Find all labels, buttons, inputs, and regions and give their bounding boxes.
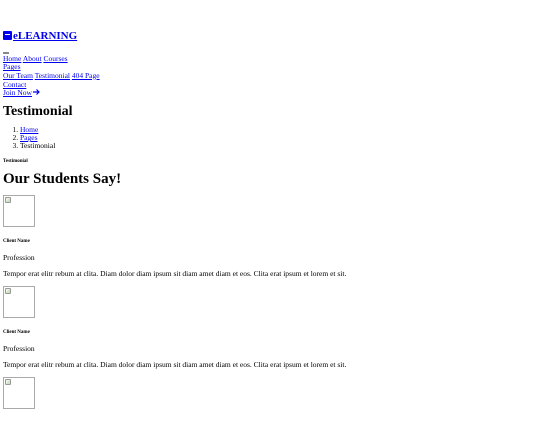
arrow-right-icon [32, 89, 40, 98]
main-nav: Home About Courses Pages Our Team Testim… [3, 54, 537, 98]
dropdown-item-testimonial[interactable]: Testimonial [35, 71, 70, 80]
breadcrumb-item: Pages [20, 133, 537, 142]
broken-image-icon [5, 287, 11, 294]
join-now-button[interactable]: Join Now [3, 88, 40, 97]
book-icon [3, 31, 12, 40]
nav-row-main: Home About Courses [3, 54, 537, 64]
breadcrumb: Home Pages Testimonial [3, 125, 537, 151]
client-profession: Profession [3, 344, 35, 354]
nav-link-about[interactable]: About [23, 54, 42, 63]
avatar [3, 376, 35, 409]
brand-link[interactable]: eLEARNING [3, 30, 537, 43]
avatar [3, 285, 35, 318]
breadcrumb-item: Home [20, 125, 537, 134]
page: eLEARNING Home About Courses Pages Our T… [0, 30, 540, 409]
testimonial-item: Client Name Profession Tempor erat elitr… [3, 285, 537, 370]
page-title: Testimonial [3, 103, 73, 119]
join-now-label: Join Now [3, 88, 32, 98]
avatar [3, 194, 35, 227]
nav-row-contact: Contact [3, 80, 537, 90]
breadcrumb-item-active: Testimonial [20, 142, 537, 151]
testimonial-text: Tempor erat elitr rebum at clita. Diam d… [3, 359, 347, 369]
dropdown-item-404-page[interactable]: 404 Page [72, 71, 100, 80]
broken-image-icon [5, 196, 11, 203]
testimonial-item [3, 376, 537, 409]
brand-name: eLEARNING [13, 30, 78, 42]
testimonial-text: Tempor erat elitr rebum at clita. Diam d… [3, 268, 347, 278]
client-name: Client Name [3, 238, 30, 244]
nav-link-courses[interactable]: Courses [43, 54, 67, 63]
client-name: Client Name [3, 329, 30, 335]
nav-row-dropdown-items: Our Team Testimonial 404 Page [3, 71, 537, 81]
broken-image-icon [5, 378, 11, 385]
nav-row-join: Join Now [3, 88, 537, 98]
client-profession: Profession [3, 253, 35, 263]
section-kicker: Testimonial [3, 158, 28, 164]
testimonial-item: Client Name Profession Tempor erat elitr… [3, 194, 537, 279]
section-heading: Our Students Say! [3, 171, 122, 188]
